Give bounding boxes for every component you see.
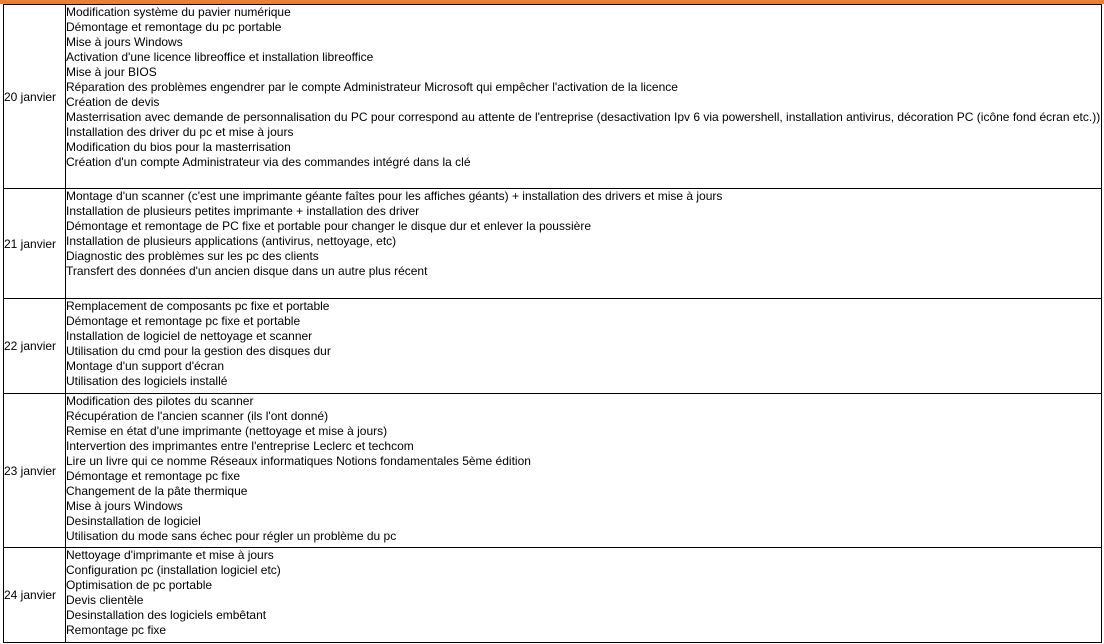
- task-item: Lire un livre qui ce nomme Réseaux infor…: [66, 454, 531, 468]
- tasks-cell: Montage d'un scanner (c'est une impriman…: [65, 188, 1102, 299]
- task-item: Nettoyage d'imprimante et mise à jours: [66, 548, 274, 562]
- table-row: 24 janvier Nettoyage d'imprimante et mis…: [3, 547, 1102, 643]
- task-item: Installation des driver du pc et mise à …: [66, 125, 294, 139]
- task-item: Démontage et remontage pc fixe et portab…: [66, 314, 301, 328]
- task-item: Création de devis: [66, 95, 160, 109]
- task-item: Transfert des données d'un ancien disque…: [66, 264, 428, 278]
- table-row: 21 janvier Montage d'un scanner (c'est u…: [3, 188, 1102, 299]
- activity-log-table: 20 janvier Modification système du pavie…: [3, 4, 1102, 643]
- task-item: Modification du bios pour la masterrisat…: [66, 140, 291, 154]
- task-item: Remplacement de composants pc fixe et po…: [66, 299, 330, 313]
- task-item: Mise à jours Windows: [66, 35, 183, 49]
- task-item: Utilisation du cmd pour la gestion des d…: [66, 344, 331, 358]
- tasks-cell: Modification système du pavier numérique…: [65, 4, 1102, 189]
- date-cell: 24 janvier: [3, 547, 66, 643]
- task-item: Utilisation des logiciels installé: [66, 374, 228, 388]
- task-item: Démontage et remontage du pc portable: [66, 20, 282, 34]
- task-item: Installation de plusieurs applications (…: [66, 234, 397, 248]
- task-item: Modification des pilotes du scanner: [66, 394, 254, 408]
- task-item: Devis clientèle: [66, 593, 144, 607]
- task-item: Diagnostic des problèmes sur les pc des …: [66, 249, 319, 263]
- task-item: Mise à jour BIOS: [66, 65, 157, 79]
- task-item: Changement de la pâte thermique: [66, 484, 248, 498]
- task-item: Intervertion des imprimantes entre l'ent…: [66, 439, 414, 453]
- task-item: Mise à jours Windows: [66, 499, 183, 513]
- date-cell: 20 janvier: [3, 4, 66, 189]
- task-item: Remontage pc fixe: [66, 623, 167, 637]
- date-cell: 22 janvier: [3, 298, 66, 394]
- task-item: Modification système du pavier numérique: [66, 5, 291, 19]
- task-item: Récupération de l'ancien scanner (ils l'…: [66, 409, 329, 423]
- task-item: Démontage et remontage de PC fixe et por…: [66, 219, 591, 233]
- task-item: Desinstallation des logiciels embêtant: [66, 608, 267, 622]
- tasks-cell: Modification des pilotes du scanner Récu…: [65, 393, 1102, 548]
- task-item: Création d'un compte Administrateur via …: [66, 155, 471, 169]
- task-item: Montage d'un scanner (c'est une impriman…: [66, 189, 723, 203]
- task-item: Optimisation de pc portable: [66, 578, 213, 592]
- task-item: Montage d'un support d'écran: [66, 359, 225, 373]
- task-item: Remise en état d'une imprimante (nettoya…: [66, 424, 388, 438]
- task-item: Activation d'une licence libreoffice et …: [66, 50, 374, 64]
- task-item: Desinstallation de logiciel: [66, 514, 201, 528]
- task-item: Installation de logiciel de nettoyage et…: [66, 329, 313, 343]
- tasks-cell: Nettoyage d'imprimante et mise à jours C…: [65, 547, 1102, 643]
- task-item: Installation de plusieurs petites imprim…: [66, 204, 420, 218]
- task-item: Masterrisation avec demande de personnal…: [66, 110, 1101, 124]
- task-item: Utilisation du mode sans échec pour régl…: [66, 529, 397, 543]
- date-cell: 21 janvier: [3, 188, 66, 299]
- task-item: Configuration pc (installation logiciel …: [66, 563, 281, 577]
- tasks-cell: Remplacement de composants pc fixe et po…: [65, 298, 1102, 394]
- table-row: 22 janvier Remplacement de composants pc…: [3, 298, 1102, 394]
- task-item: Démontage et remontage pc fixe: [66, 469, 241, 483]
- task-item: Réparation des problèmes engendrer par l…: [66, 80, 678, 94]
- date-cell: 23 janvier: [3, 393, 66, 548]
- table-row: 20 janvier Modification système du pavie…: [3, 4, 1102, 189]
- table-row: 23 janvier Modification des pilotes du s…: [3, 393, 1102, 548]
